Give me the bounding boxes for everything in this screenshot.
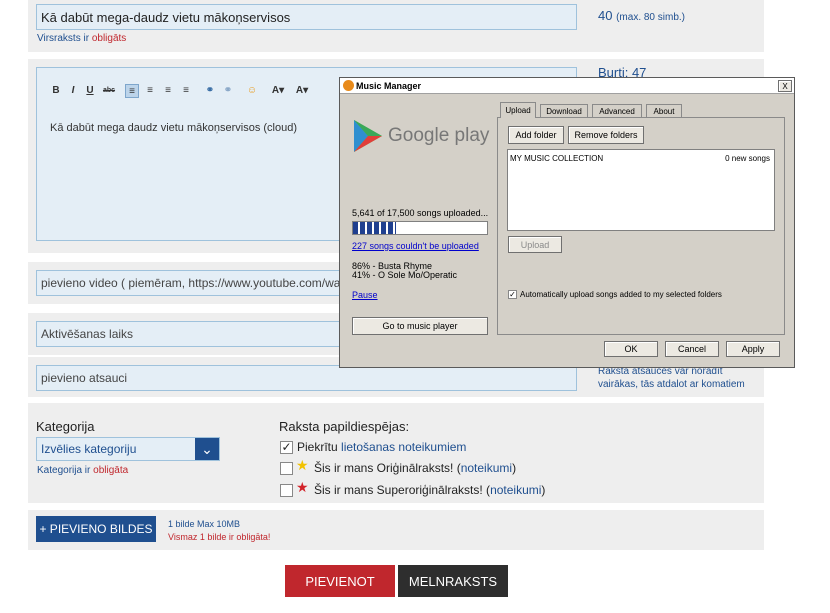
dialog-titlebar[interactable]: Music Manager <box>340 78 794 94</box>
editor-content: Kā dabūt mega daudz vietu mākoņservisos … <box>50 122 298 134</box>
images-required: Vismaz 1 bilde ir obligāta! <box>168 532 271 542</box>
ok-button[interactable]: OK <box>604 341 658 357</box>
smiley-icon[interactable]: ☺ <box>245 84 259 98</box>
headphones-icon <box>343 80 354 91</box>
upload-status: 5,641 of 17,500 songs uploaded... <box>352 208 489 218</box>
unlink-icon[interactable]: ⚭ <box>221 84 235 98</box>
title-counter-value: 40 <box>598 8 613 23</box>
align-justify-icon[interactable]: ≡ <box>179 84 193 98</box>
original-text: Šis ir mans Oriģinālraksts! (noteikumi) <box>314 461 516 475</box>
brand-name: Google play <box>388 125 490 146</box>
tab-upload[interactable]: Upload <box>500 102 536 118</box>
terms-text: Piekrītu lietošanas noteikumiem <box>297 440 466 454</box>
bold-button[interactable]: B <box>49 84 63 98</box>
terms-checkbox[interactable]: ✓ <box>280 441 293 454</box>
bg-color-icon[interactable]: A▾ <box>293 84 311 98</box>
images-info: 1 bilde Max 10MB <box>168 519 241 529</box>
link-icon[interactable]: ⚭ <box>203 84 217 98</box>
strike-button[interactable]: abc <box>100 84 118 98</box>
source-hint: Raksta atsauces var norādīt vairākas, tā… <box>598 366 745 390</box>
category-label: Kategorija <box>36 419 95 434</box>
go-to-music-player-button[interactable]: Go to music player <box>352 317 488 335</box>
category-hint-text: Kategorija ir <box>37 465 91 476</box>
add-images-button[interactable]: + PIEVIENO BILDES <box>36 516 156 542</box>
upload-tab-panel: Add folder Remove folders MY MUSIC COLLE… <box>497 117 785 335</box>
original-checkbox[interactable] <box>280 462 293 475</box>
tab-advanced[interactable]: Advanced <box>592 104 642 118</box>
original-link[interactable]: noteikumi <box>461 461 512 475</box>
underline-button[interactable]: U <box>83 84 97 98</box>
activation-input-placeholder: Aktivēšanas laiks <box>41 327 134 341</box>
super-checkbox[interactable] <box>280 484 293 497</box>
collection-new-songs: 0 new songs <box>725 154 770 163</box>
draft-button[interactable]: MELNRAKSTS <box>398 565 508 597</box>
upload-progress-fill <box>353 222 396 234</box>
upload-button[interactable]: Upload <box>508 236 562 253</box>
super-text: Šis ir mans Superoriģinālraksts! (noteik… <box>314 483 545 497</box>
title-input[interactable]: Kā dabūt mega-daudz vietu mākoņservisos <box>36 4 577 30</box>
title-panel: Kā dabūt mega-daudz vietu mākoņservisos … <box>28 0 764 52</box>
original-suffix: ) <box>512 461 517 475</box>
pause-link[interactable]: Pause <box>352 290 378 300</box>
title-hint: Virsraksts ir obligāts <box>37 33 126 44</box>
original-prefix: Šis ir mans Oriģinālraksts! ( <box>314 461 461 475</box>
submit-button[interactable]: PIEVIENOT <box>285 565 395 597</box>
video-input-placeholder: pievieno video ( piemēram, https://www.y… <box>41 276 383 290</box>
align-center-icon[interactable]: ≡ <box>143 84 157 98</box>
terms-prefix: Piekrītu <box>297 440 338 454</box>
title-input-value: Kā dabūt mega-daudz vietu mākoņservisos <box>41 9 291 25</box>
terms-link[interactable]: lietošanas noteikumiem <box>341 440 466 454</box>
dialog-close-button[interactable]: X <box>778 80 792 92</box>
collection-list: MY MUSIC COLLECTION 0 new songs <box>507 149 775 231</box>
super-link[interactable]: noteikumi <box>490 483 541 497</box>
tab-download[interactable]: Download <box>540 104 588 118</box>
play-triangle-icon <box>354 120 382 152</box>
auto-upload-label: Automatically upload songs added to my s… <box>520 290 722 299</box>
star-red-icon: ★ <box>296 479 309 495</box>
tab-about[interactable]: About <box>646 104 682 118</box>
italic-button[interactable]: I <box>66 84 80 98</box>
category-hint: Kategorija ir obligāta <box>37 465 128 476</box>
super-prefix: Šis ir mans Superoriģinālraksts! ( <box>314 483 491 497</box>
text-color-icon[interactable]: A▾ <box>269 84 287 98</box>
source-input-placeholder: pievieno atsauci <box>41 371 128 385</box>
title-counter-hint: (max. 80 simb.) <box>616 12 685 23</box>
title-counter: 40 (max. 80 simb.) <box>598 8 685 23</box>
source-input[interactable]: pievieno atsauci <box>36 365 577 391</box>
auto-upload-checkbox[interactable]: ✓ <box>508 290 517 299</box>
category-hint-required: obligāta <box>93 465 129 476</box>
star-yellow-icon: ★ <box>296 457 309 473</box>
images-panel: + PIEVIENO BILDES 1 bilde Max 10MB Visma… <box>28 510 764 550</box>
category-select-value: Izvēlies kategoriju <box>41 442 137 456</box>
options-label: Raksta papildiespējas: <box>279 419 410 434</box>
super-suffix: ) <box>541 483 546 497</box>
music-manager-dialog: Music Manager X Google play 5,641 of 17,… <box>339 77 795 368</box>
chevron-down-icon[interactable]: ⌄ <box>195 438 219 460</box>
align-right-icon[interactable]: ≡ <box>161 84 175 98</box>
remove-folders-button[interactable]: Remove folders <box>568 126 644 144</box>
title-hint-text: Virsraksts ir <box>37 33 90 44</box>
add-folder-button[interactable]: Add folder <box>508 126 564 144</box>
upload-progress-bar <box>352 221 488 235</box>
cancel-button[interactable]: Cancel <box>665 341 719 357</box>
apply-button[interactable]: Apply <box>726 341 780 357</box>
collection-name[interactable]: MY MUSIC COLLECTION <box>510 154 603 163</box>
category-select[interactable]: Izvēlies kategoriju ⌄ <box>36 437 220 461</box>
align-left-icon[interactable]: ≡ <box>125 84 139 98</box>
current-upload-2: 41% - O Sole Mo/Operatic <box>352 270 458 280</box>
dialog-title: Music Manager <box>356 81 422 91</box>
category-panel: Kategorija Izvēlies kategoriju ⌄ Kategor… <box>28 403 764 503</box>
title-hint-required: obligāts <box>91 33 127 44</box>
google-play-logo: Google play <box>354 120 489 154</box>
failed-songs-link[interactable]: 227 songs couldn't be uploaded <box>352 241 479 251</box>
